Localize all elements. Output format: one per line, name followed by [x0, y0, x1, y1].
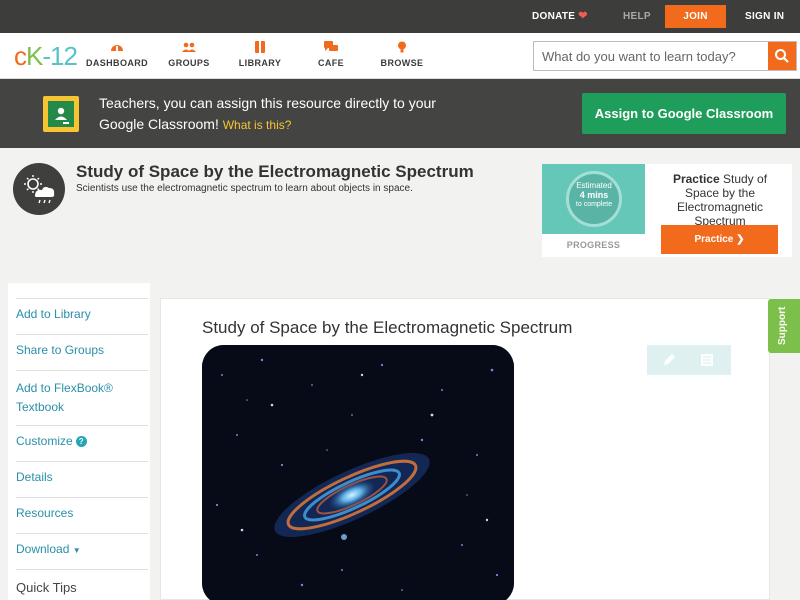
weather-topic-icon	[13, 163, 65, 215]
google-classroom-banner: Teachers, you can assign this resource d…	[0, 79, 800, 148]
help-icon: ?	[75, 436, 87, 447]
main-navigation: cK-12 DASHBOARD GROUPS LIBRARY CAFE BROW…	[0, 33, 800, 79]
top-bar: DONATE ❤ HELP JOIN SIGN IN	[0, 0, 800, 33]
page-title: Study of Space by the Electromagnetic Sp…	[76, 162, 474, 181]
dropdown-arrow-icon: ▼	[72, 546, 81, 555]
sidebar-item-customize[interactable]: Customize?	[16, 434, 148, 462]
nav-groups[interactable]: GROUPS	[149, 33, 229, 79]
search-icon	[775, 49, 789, 63]
sign-in-link[interactable]: SIGN IN	[745, 0, 784, 33]
google-classroom-icon	[43, 96, 79, 132]
banner-text: Teachers, you can assign this resource d…	[99, 95, 436, 132]
content-panel: Study of Space by the Electromagnetic Sp…	[160, 298, 770, 600]
nav-browse[interactable]: BROWSE	[362, 33, 442, 79]
ck12-logo[interactable]: cK-12	[14, 42, 78, 70]
nav-cafe[interactable]: CAFE	[291, 33, 371, 79]
search-box	[533, 41, 797, 71]
sidebar-item-add-to-flexbook[interactable]: Add to FlexBook® Textbook	[16, 379, 148, 426]
estimate-badge: Estimated 4 mins to complete	[566, 171, 622, 227]
nav-dashboard[interactable]: DASHBOARD	[77, 33, 157, 79]
browse-icon	[398, 41, 406, 53]
search-input[interactable]	[534, 42, 768, 70]
sidebar-item-share-to-groups[interactable]: Share to Groups	[16, 343, 148, 371]
support-tab[interactable]: Support	[768, 299, 800, 353]
sidebar-item-add-to-library[interactable]: Add to Library	[16, 307, 148, 335]
groups-icon	[182, 42, 196, 52]
assign-google-classroom-button[interactable]: Assign to Google Classroom	[582, 93, 786, 134]
heart-icon: ❤	[578, 10, 588, 22]
practice-button[interactable]: Practice ❯	[661, 225, 778, 254]
content-title: Study of Space by the Electromagnetic Sp…	[202, 318, 573, 337]
dashboard-icon	[111, 45, 123, 51]
nav-library[interactable]: LIBRARY	[220, 33, 300, 79]
pencil-icon[interactable]	[661, 352, 677, 368]
progress-label: PROGRESS	[566, 240, 621, 250]
search-button[interactable]	[768, 42, 796, 70]
cafe-icon	[324, 41, 338, 51]
practice-card: Estimated 4 mins to complete PROGRESS Pr…	[542, 164, 792, 257]
sidebar-item-resources[interactable]: Resources	[16, 506, 148, 534]
page-subtitle: Scientists use the electromagnetic spect…	[76, 183, 413, 194]
content-tools	[647, 345, 731, 375]
sidebar-item-download[interactable]: Download ▼	[16, 542, 148, 570]
library-icon	[255, 41, 265, 53]
chevron-right-icon: ❯	[736, 234, 745, 245]
galaxy-image	[202, 345, 514, 600]
what-is-this-link[interactable]: What is this?	[223, 118, 292, 132]
join-button[interactable]: JOIN	[665, 5, 726, 28]
practice-title: Practice Study of Space by the Electroma…	[672, 172, 768, 228]
help-link[interactable]: HELP	[623, 0, 651, 33]
sidebar-item-details[interactable]: Details	[16, 470, 148, 498]
donate-link[interactable]: DONATE ❤	[532, 0, 588, 33]
progress-graphic: Estimated 4 mins to complete	[542, 164, 645, 234]
quick-tips-heading: Quick Tips	[16, 580, 77, 595]
notes-icon[interactable]	[699, 352, 715, 368]
